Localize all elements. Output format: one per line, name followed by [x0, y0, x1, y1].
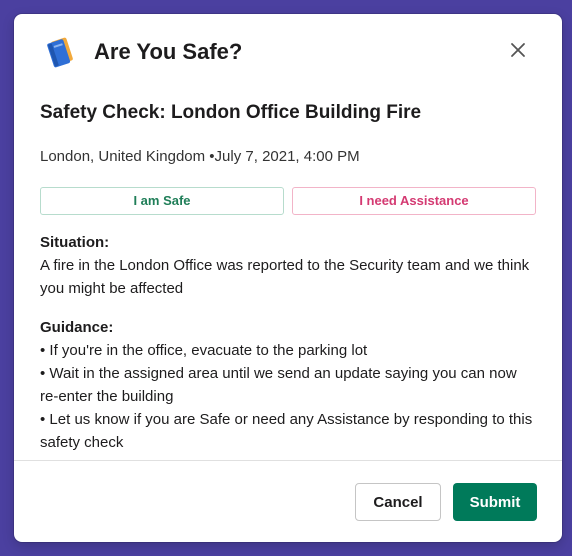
- event-location: London, United Kingdom: [40, 148, 206, 165]
- event-datetime: July 7, 2021, 4:00 PM: [214, 148, 360, 165]
- guidance-item: • Wait in the assigned area until we sen…: [40, 365, 517, 405]
- guidance-item: • Let us know if you are Safe or need an…: [40, 411, 533, 451]
- guidance-label: Guidance:: [40, 319, 114, 336]
- dialog-content: Safety Check: London Office Building Fir…: [40, 100, 536, 454]
- response-actions: I am Safe I need Assistance: [40, 187, 536, 215]
- close-button[interactable]: [506, 38, 530, 62]
- safety-check-title: Safety Check: London Office Building Fir…: [40, 102, 422, 123]
- cancel-button[interactable]: Cancel: [355, 483, 441, 521]
- dialog-header: Are You Safe?: [14, 14, 562, 90]
- need-assistance-button[interactable]: I need Assistance: [292, 187, 536, 215]
- submit-button[interactable]: Submit: [453, 483, 537, 521]
- meta-separator: •: [205, 148, 215, 165]
- guidance-section: Guidance: • If you're in the office, eva…: [40, 316, 536, 454]
- situation-section: Situation: A fire in the London Office w…: [40, 231, 536, 300]
- safety-check-dialog: Are You Safe? Safety Check: London Offic…: [14, 14, 562, 542]
- situation-label: Situation:: [40, 234, 110, 251]
- dialog-title: Are You Safe?: [94, 39, 243, 64]
- situation-text: A fire in the London Office was reported…: [40, 257, 530, 297]
- i-am-safe-button[interactable]: I am Safe: [40, 187, 284, 215]
- close-icon: [511, 43, 525, 57]
- notebook-icon: [42, 36, 76, 70]
- event-meta: London, United Kingdom •July 7, 2021, 4:…: [40, 146, 536, 168]
- guidance-item: • If you're in the office, evacuate to t…: [40, 342, 368, 359]
- dialog-footer: Cancel Submit: [14, 461, 562, 542]
